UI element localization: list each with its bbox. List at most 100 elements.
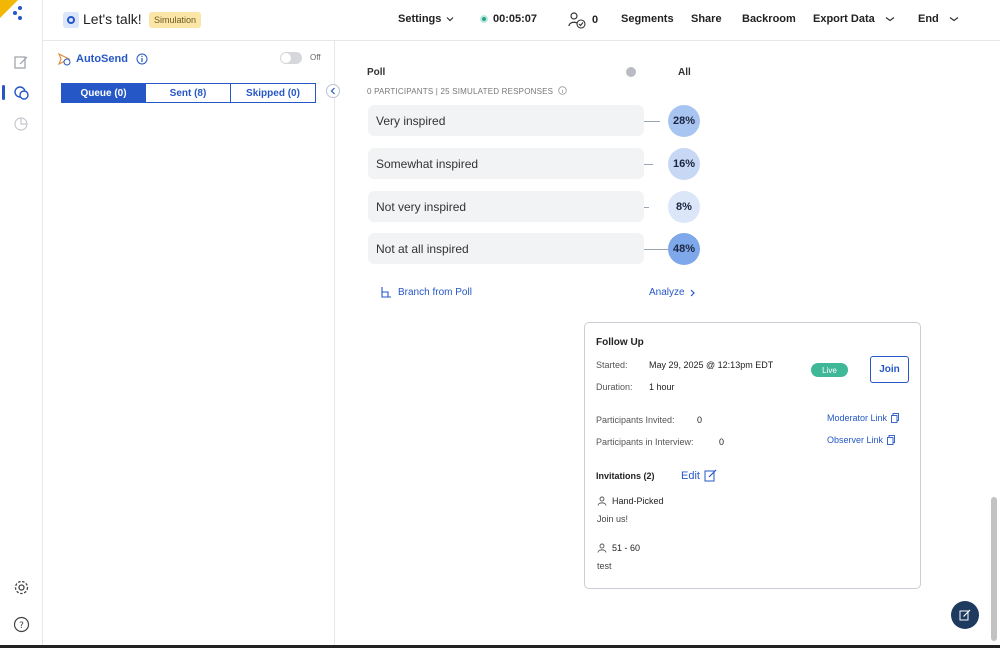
session-icon bbox=[63, 12, 79, 28]
branch-from-poll-link[interactable]: Branch from Poll bbox=[380, 286, 472, 298]
observer-link[interactable]: Observer Link bbox=[827, 435, 895, 445]
left-rail: ? bbox=[0, 0, 43, 648]
timer-status-icon bbox=[480, 15, 488, 23]
copy-icon[interactable] bbox=[891, 413, 899, 423]
invitations-title: Invitations (2) bbox=[596, 471, 655, 481]
backroom-label: Backroom bbox=[742, 13, 796, 25]
autosend-toggle[interactable] bbox=[280, 52, 302, 64]
participants-indicator[interactable]: 0 bbox=[567, 11, 598, 29]
chat-icon[interactable] bbox=[11, 83, 31, 103]
invitation-message: test bbox=[597, 561, 612, 571]
share-label: Share bbox=[691, 13, 722, 25]
settings-menu[interactable]: Settings bbox=[398, 13, 454, 25]
poll-option-label: Very inspired bbox=[376, 113, 446, 128]
poll-option: Not at all inspired bbox=[368, 233, 644, 264]
svg-text:?: ? bbox=[19, 621, 24, 631]
poll-option: Somewhat inspired bbox=[368, 148, 644, 179]
simulation-badge: Simulation bbox=[149, 12, 202, 28]
edit-icon bbox=[704, 469, 717, 482]
check-circle-icon[interactable] bbox=[626, 67, 636, 77]
in-interview-value: 0 bbox=[719, 437, 725, 447]
collapse-panel-button[interactable] bbox=[326, 84, 340, 98]
in-interview-label: Participants in Interview: bbox=[596, 437, 694, 447]
participants-check-icon bbox=[568, 12, 586, 29]
invitation-name: 51 - 60 bbox=[612, 543, 641, 553]
chevron-down-icon bbox=[949, 17, 959, 22]
edit-label: Edit bbox=[681, 469, 700, 482]
poll-percent-bubble: 28% bbox=[668, 105, 700, 137]
end-menu[interactable]: End bbox=[918, 13, 960, 25]
compose-button[interactable] bbox=[951, 601, 979, 629]
branch-label: Branch from Poll bbox=[398, 286, 472, 298]
started-value: May 29, 2025 @ 12:13pm EDT bbox=[649, 360, 774, 370]
export-label: Export Data bbox=[813, 13, 875, 25]
invitation-name: Hand-Picked bbox=[612, 496, 664, 506]
invitation-item[interactable]: Hand-Picked bbox=[597, 496, 664, 506]
autosend-row: AutoSend bbox=[57, 52, 148, 66]
analyze-label: Analyze bbox=[649, 287, 685, 298]
info-icon[interactable] bbox=[557, 86, 567, 95]
poll-percent-bubble: 48% bbox=[668, 233, 700, 265]
segments-label: Segments bbox=[621, 13, 674, 25]
segments-menu[interactable]: Segments bbox=[621, 13, 674, 25]
follow-up-title: Follow Up bbox=[596, 337, 644, 348]
top-bar: Let's talk! Simulation Settings 00:05:07… bbox=[43, 0, 1000, 41]
session-title: Let's talk! bbox=[83, 11, 142, 27]
end-label: End bbox=[918, 13, 939, 25]
branch-icon bbox=[381, 287, 391, 298]
settings-label: Settings bbox=[398, 13, 442, 25]
status-badge: Live bbox=[811, 363, 848, 377]
invitation-message: Join us! bbox=[597, 514, 629, 524]
poll-subtitle: 0 PARTICIPANTS | 25 SIMULATED RESPONSES bbox=[367, 86, 567, 96]
tab-sent[interactable]: Sent (8) bbox=[146, 83, 231, 103]
active-indicator bbox=[2, 85, 5, 100]
help-icon[interactable]: ? bbox=[11, 614, 31, 634]
chevron-down-icon bbox=[446, 17, 454, 22]
autosend-label: AutoSend bbox=[76, 53, 128, 65]
chevron-left-icon bbox=[330, 87, 335, 95]
timer-value: 00:05:07 bbox=[493, 13, 538, 25]
chevron-down-icon bbox=[885, 17, 895, 22]
gear-icon[interactable] bbox=[11, 577, 31, 597]
poll-title: Poll bbox=[367, 67, 386, 78]
share-menu[interactable]: Share bbox=[691, 13, 722, 25]
backroom-menu[interactable]: Backroom bbox=[742, 13, 796, 25]
poll-filter-all[interactable]: All bbox=[678, 67, 691, 78]
join-button[interactable]: Join bbox=[870, 356, 909, 383]
poll-percent-bubble: 8% bbox=[668, 191, 700, 223]
poll-option-label: Somewhat inspired bbox=[376, 156, 479, 171]
message-tabs: Queue (0) Sent (8) Skipped (0) bbox=[61, 83, 316, 103]
duration-label: Duration: bbox=[596, 382, 633, 392]
scrollbar[interactable] bbox=[991, 497, 997, 641]
info-icon[interactable] bbox=[136, 53, 148, 65]
invited-label: Participants Invited: bbox=[596, 415, 675, 425]
export-data-menu[interactable]: Export Data bbox=[813, 13, 896, 25]
edit-icon bbox=[959, 609, 971, 621]
tab-queue[interactable]: Queue (0) bbox=[61, 83, 146, 103]
started-label: Started: bbox=[596, 360, 628, 370]
app-logo[interactable] bbox=[0, 0, 30, 30]
poll-bar-line bbox=[644, 207, 649, 208]
edit-invitations-link[interactable]: Edit bbox=[681, 469, 717, 482]
poll-option: Not very inspired bbox=[368, 191, 644, 222]
poll-bar-line bbox=[644, 164, 653, 165]
edit-icon[interactable] bbox=[11, 52, 31, 72]
pie-chart-icon[interactable] bbox=[11, 114, 31, 134]
analyze-link[interactable]: Analyze bbox=[649, 287, 696, 298]
poll-percent-bubble: 16% bbox=[668, 148, 700, 180]
invitation-item[interactable]: 51 - 60 bbox=[597, 543, 640, 553]
follow-up-card: Follow Up Started: May 29, 2025 @ 12:13p… bbox=[584, 322, 921, 589]
tab-skipped[interactable]: Skipped (0) bbox=[231, 83, 316, 103]
left-panel: AutoSend Off Queue (0) Sent (8) Skipped … bbox=[43, 41, 340, 648]
participants-count: 0 bbox=[592, 14, 599, 26]
person-icon bbox=[597, 543, 607, 553]
person-icon bbox=[597, 496, 607, 506]
toggle-state-label: Off bbox=[310, 53, 321, 62]
poll-option: Very inspired bbox=[368, 105, 644, 136]
autosend-icon bbox=[57, 52, 71, 66]
moderator-link[interactable]: Moderator Link bbox=[827, 413, 899, 423]
copy-icon[interactable] bbox=[887, 435, 895, 445]
poll-subtitle-text: 0 PARTICIPANTS | 25 SIMULATED RESPONSES bbox=[367, 87, 554, 96]
poll-option-label: Not very inspired bbox=[376, 199, 467, 214]
moderator-link-label: Moderator Link bbox=[827, 413, 888, 423]
